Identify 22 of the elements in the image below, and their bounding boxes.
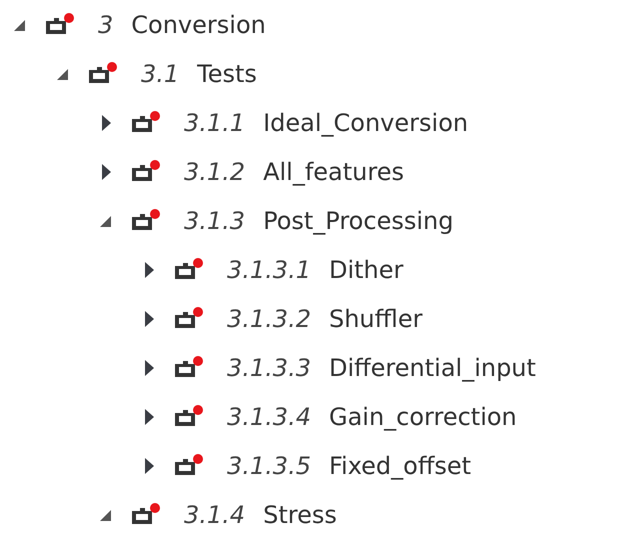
- node-label[interactable]: Ideal_Conversion: [263, 108, 468, 136]
- node-label[interactable]: Post_Processing: [263, 206, 454, 234]
- node-label[interactable]: Gain_correction: [328, 402, 517, 430]
- node-label[interactable]: Dither: [328, 256, 404, 284]
- node-number: 3.1.1: [184, 108, 246, 136]
- node-number: 3.1: [141, 60, 180, 88]
- node-number: 3: [98, 10, 114, 38]
- node-label[interactable]: Fixed_offset: [328, 452, 472, 480]
- node-label[interactable]: All_features: [263, 158, 404, 186]
- node-number: 3.1.3.2: [227, 304, 311, 332]
- node-number: 3.1.2: [184, 158, 246, 186]
- node-label[interactable]: Conversion: [131, 10, 266, 38]
- node-number: 3.1.3.5: [227, 452, 311, 480]
- node-number: 3.1.3.3: [227, 354, 311, 382]
- node-label[interactable]: Stress: [263, 500, 337, 528]
- node-number: 3.1.3.1: [227, 256, 311, 284]
- node-label[interactable]: Differential_input: [328, 354, 536, 382]
- node-number: 3.1.3.4: [227, 402, 311, 430]
- node-label[interactable]: Tests: [197, 60, 257, 88]
- node-number: 3.1.4: [184, 500, 246, 528]
- node-label[interactable]: Shuffler: [328, 304, 422, 332]
- node-number: 3.1.3: [184, 206, 246, 234]
